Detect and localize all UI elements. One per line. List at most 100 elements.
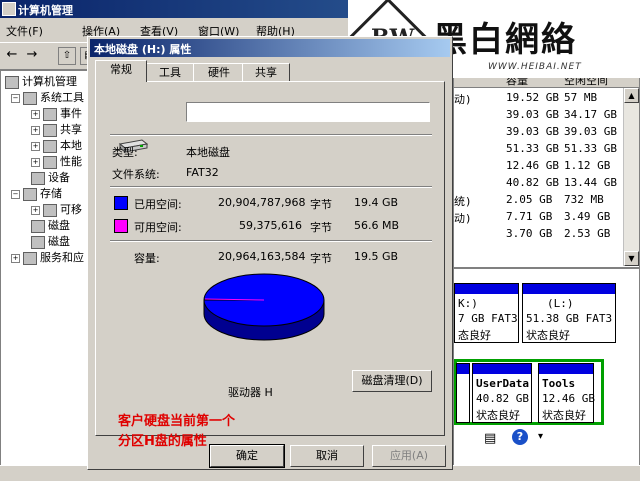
tab-tools[interactable]: 工具 — [144, 63, 196, 82]
list-item[interactable]: 51.33 GB 51.33 GB — [454, 140, 639, 157]
list-item[interactable]: 40.82 GB 13.44 GB — [454, 174, 639, 191]
volume-label-input[interactable] — [186, 102, 430, 122]
expand-icon[interactable]: + — [11, 253, 20, 263]
capacity-label: 容量: — [134, 252, 160, 265]
tree-node-icon — [43, 107, 57, 121]
filesystem-value: FAT32 — [186, 166, 219, 179]
expand-icon[interactable]: + — [31, 141, 40, 151]
list-item[interactable]: 动) 7.71 GB 3.49 GB — [454, 208, 639, 225]
tree-item[interactable]: 磁盘 — [31, 233, 70, 249]
disk-icon[interactable]: ▤ — [484, 431, 502, 446]
cell-free: 2.53 GB — [564, 227, 611, 240]
tree-node-icon — [31, 219, 45, 233]
annotation-line-2: 分区H盘的属性 — [118, 434, 207, 449]
volume-size: 7 GB FAT3 — [458, 312, 518, 325]
tab-general[interactable]: 常规 — [95, 60, 147, 82]
up-folder-icon[interactable]: ⇧ — [58, 47, 76, 65]
dialog-title-bar[interactable]: 本地磁盘 (H:) 属性 — [90, 39, 450, 57]
tree-item[interactable]: − 存储 — [11, 185, 62, 201]
volume-status: 状态良好 — [542, 409, 586, 422]
tree-node-icon — [23, 251, 37, 265]
volume-name: (L:) — [547, 297, 574, 310]
tree-item-label: 系统工具 — [40, 91, 84, 104]
tree-item[interactable]: − 系统工具 — [11, 89, 84, 105]
cell-free: 57 MB — [564, 91, 598, 104]
cell-status: 动) — [454, 93, 472, 106]
tab-sharing[interactable]: 共享 — [242, 63, 290, 82]
tree-item-label: 存储 — [40, 187, 62, 200]
forward-arrow-icon[interactable]: → — [24, 47, 40, 63]
tree-item[interactable]: + 性能 — [31, 153, 82, 169]
list-item[interactable]: 12.46 GB 1.12 GB — [454, 157, 639, 174]
volume-tools[interactable]: Tools 12.46 GB 状态良好 — [538, 363, 595, 423]
scroll-down-icon[interactable]: ▼ — [624, 251, 639, 266]
collapse-icon[interactable]: − — [11, 93, 20, 103]
volume-name: Tools — [542, 377, 576, 390]
capacity-bytes: 20,964,163,584 — [218, 250, 306, 263]
tree-item-label: 本地 — [60, 139, 82, 152]
tree-node-icon — [31, 171, 45, 185]
separator — [110, 134, 432, 136]
volume-name: UserData — [476, 377, 529, 390]
free-space-label: 可用空间: — [134, 221, 182, 234]
list-item[interactable]: 3.70 GB 2.53 GB — [454, 225, 639, 242]
tree-item-label: 磁盘 — [48, 235, 70, 248]
tree-item[interactable]: + 事件 — [31, 105, 82, 121]
tree-node-icon — [23, 187, 37, 201]
volume-fragment[interactable] — [456, 363, 470, 423]
expand-icon[interactable]: + — [31, 125, 40, 135]
expand-icon[interactable]: + — [31, 205, 40, 215]
volume-status: 态良好 — [458, 329, 491, 342]
collapse-icon[interactable]: − — [11, 189, 20, 199]
dropdown-icon[interactable]: ▾ — [538, 431, 543, 442]
tree-node-icon — [31, 235, 45, 249]
list-item[interactable]: 39.03 GB 39.03 GB — [454, 123, 639, 140]
separator — [110, 240, 432, 242]
volume-name: K:) — [458, 297, 478, 310]
volume-list: 容量 空闲空间 动) 19.52 GB 57 MB 39.03 GB 34.17 GB 3… — [453, 70, 640, 268]
tree-node-icon — [43, 139, 57, 153]
volume-userdata[interactable]: UserData 40.82 GB 状态良好 — [472, 363, 532, 423]
list-item[interactable]: 动) 19.52 GB 57 MB — [454, 89, 639, 106]
cell-capacity: 12.46 GB — [506, 159, 559, 172]
cell-capacity: 40.82 GB — [506, 176, 559, 189]
logo-url: WWW.HEIBAI.NET — [488, 62, 582, 72]
tree-item[interactable]: + 可移 — [31, 201, 82, 217]
back-arrow-icon[interactable]: ← — [4, 47, 20, 63]
scroll-up-icon[interactable]: ▲ — [624, 88, 639, 103]
tree-item[interactable]: + 服务和应 — [11, 249, 84, 265]
capacity-unit: 字节 — [310, 252, 332, 265]
tree-item-label: 性能 — [60, 155, 82, 168]
list-item[interactable]: 统) 2.05 GB 732 MB — [454, 191, 639, 208]
type-value: 本地磁盘 — [186, 146, 230, 159]
volume-size: 12.46 GB — [542, 392, 595, 405]
cell-status: 统) — [454, 195, 472, 208]
list-item[interactable]: 39.03 GB 34.17 GB — [454, 106, 639, 123]
menu-file[interactable]: 文件(F) — [6, 23, 43, 39]
ok-button[interactable]: 确定 — [209, 444, 285, 468]
tree-item[interactable]: 磁盘 — [31, 217, 70, 233]
cancel-button[interactable]: 取消 — [290, 445, 364, 467]
window-title: 计算机管理 — [18, 4, 73, 17]
expand-icon[interactable]: + — [31, 157, 40, 167]
tab-hardware[interactable]: 硬件 — [193, 63, 245, 82]
volume-l[interactable]: (L:) 51.38 GB FAT3 状态良好 — [522, 283, 616, 343]
tree-item-label: 事件 — [60, 107, 82, 120]
apply-button[interactable]: 应用(A) — [372, 445, 446, 467]
tree-item[interactable]: + 本地 — [31, 137, 82, 153]
drive-label: 驱动器 H — [228, 386, 273, 399]
help-icon[interactable]: ? — [512, 429, 528, 445]
tree-item[interactable]: 计算机管理 — [5, 73, 77, 89]
logo-text: 黑白網絡 — [433, 20, 577, 60]
cell-free: 51.33 GB — [564, 142, 617, 155]
tree-node-icon — [43, 155, 57, 169]
expand-icon[interactable]: + — [31, 109, 40, 119]
tree-item[interactable]: + 共享 — [31, 121, 82, 137]
cell-status: 动) — [454, 212, 472, 225]
disk-cleanup-button[interactable]: 磁盘清理(D) — [352, 370, 432, 392]
tree-item[interactable]: 设备 — [31, 169, 70, 185]
volume-k[interactable]: K:) 7 GB FAT3 态良好 — [454, 283, 519, 343]
separator — [110, 186, 432, 188]
vertical-scrollbar[interactable]: ▲ ▼ — [623, 88, 639, 266]
capacity-size: 19.5 GB — [354, 250, 399, 263]
